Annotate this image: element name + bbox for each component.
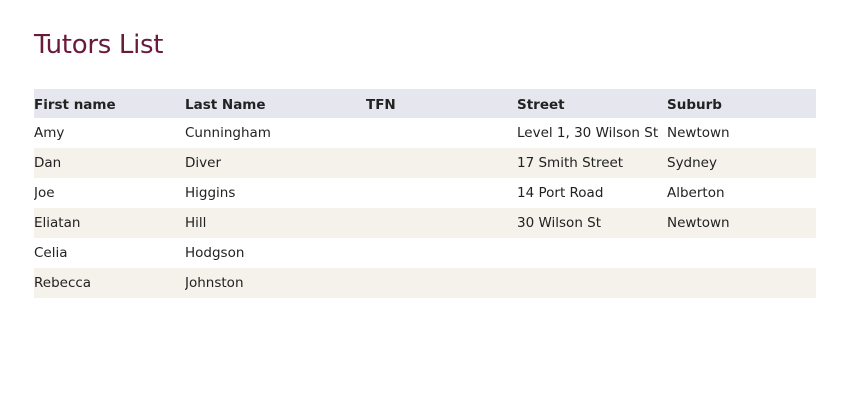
cell-street: 14 Port Road	[517, 185, 604, 201]
table-row[interactable]: Amy Cunningham Level 1, 30 Wilson St New…	[34, 118, 816, 148]
table-row[interactable]: Celia Hodgson	[34, 238, 816, 268]
cell-street: 17 Smith Street	[517, 148, 667, 178]
cell-last-name: Hill	[185, 208, 366, 238]
cell-suburb: Sydney	[667, 148, 816, 178]
table-row[interactable]: Eliatan Hill 30 Wilson St Newtown	[34, 208, 816, 238]
cell-street: 30 Wilson St	[517, 208, 667, 238]
cell-suburb	[667, 268, 816, 298]
column-header-first-name[interactable]: First name	[34, 89, 185, 118]
cell-first-name: Celia	[34, 245, 68, 261]
cell-last-name: Diver	[185, 148, 366, 178]
cell-tfn	[366, 178, 517, 208]
table-body: Amy Cunningham Level 1, 30 Wilson St New…	[34, 118, 816, 298]
cell-first-name: Rebecca	[34, 268, 185, 298]
cell-first-name: Joe	[34, 185, 55, 201]
page-title: Tutors List	[34, 30, 164, 60]
cell-first-name: Dan	[34, 148, 185, 178]
cell-suburb	[667, 238, 816, 268]
tutors-table: First name Last Name TFN Street Suburb A…	[34, 89, 816, 298]
cell-tfn	[366, 208, 517, 238]
column-header-tfn[interactable]: TFN	[366, 89, 517, 118]
cell-last-name: Cunningham	[185, 125, 271, 141]
table-row[interactable]: Dan Diver 17 Smith Street Sydney	[34, 148, 816, 178]
column-header-last-name[interactable]: Last Name	[185, 89, 366, 118]
column-header-street[interactable]: Street	[517, 89, 667, 118]
cell-suburb: Alberton	[667, 185, 725, 201]
cell-street	[517, 238, 667, 268]
cell-street: Level 1, 30 Wilson St	[517, 125, 659, 141]
table-row[interactable]: Rebecca Johnston	[34, 268, 816, 298]
header-row: First name Last Name TFN Street Suburb	[34, 89, 816, 118]
table-header: First name Last Name TFN Street Suburb	[34, 89, 816, 118]
cell-street	[517, 268, 667, 298]
table-row[interactable]: Joe Higgins 14 Port Road Alberton	[34, 178, 816, 208]
cell-tfn	[366, 238, 517, 268]
cell-first-name: Amy	[34, 125, 65, 141]
cell-last-name: Hodgson	[185, 245, 245, 261]
cell-tfn	[366, 268, 517, 298]
cell-tfn	[366, 148, 517, 178]
cell-suburb: Newtown	[667, 125, 730, 141]
column-header-suburb[interactable]: Suburb	[667, 89, 816, 118]
cell-last-name: Higgins	[185, 185, 236, 201]
cell-first-name: Eliatan	[34, 208, 185, 238]
cell-suburb: Newtown	[667, 208, 816, 238]
cell-last-name: Johnston	[185, 268, 366, 298]
cell-tfn	[366, 118, 517, 148]
